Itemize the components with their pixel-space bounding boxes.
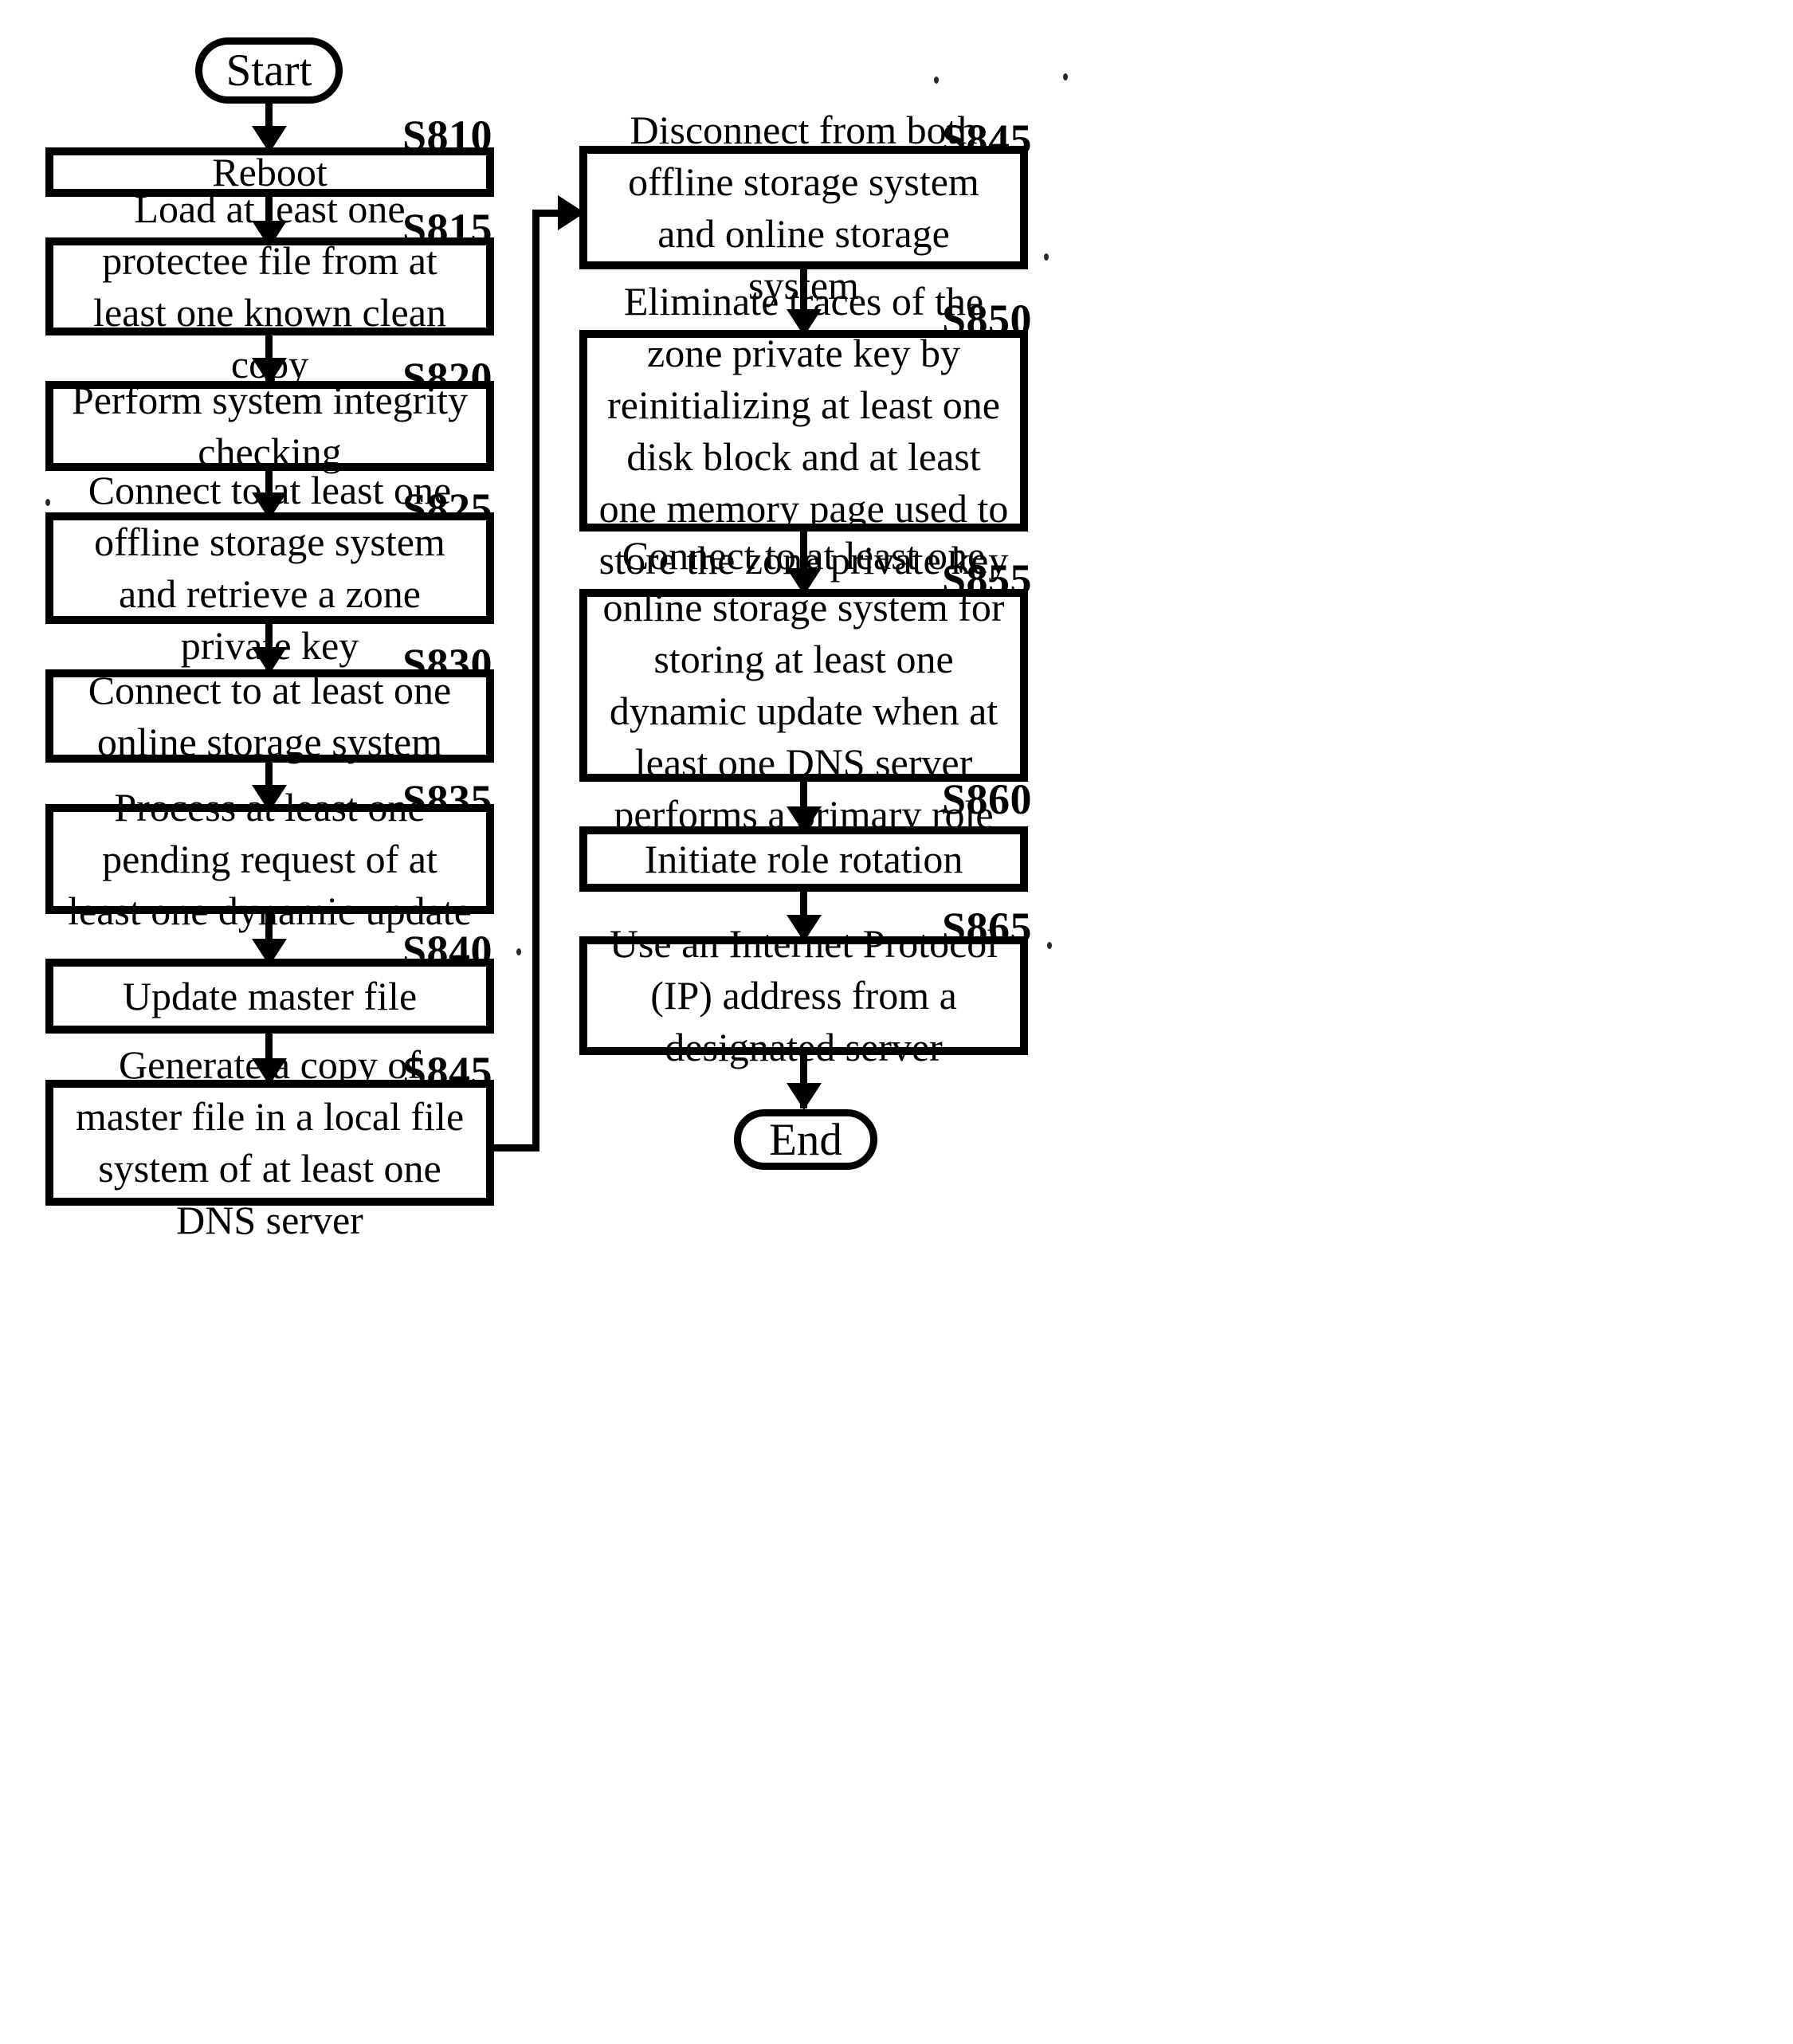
scan-speck [934, 77, 939, 84]
node-s820-text: Perform system integrity checking [71, 377, 469, 474]
end-label: End [769, 1114, 842, 1165]
node-s860-initiate-role-rotation: Initiate role rotation [583, 830, 1024, 888]
arrowhead-s865-to-end [787, 1083, 822, 1110]
node-s815-text-wrap: Load at least one protectee file from at… [53, 186, 486, 386]
step-label-s860: S860 [942, 775, 1033, 823]
node-s840-text-wrap: Update master file [53, 967, 486, 1026]
node-s845-left-text-wrap: Generate a copy of master file in a loca… [53, 1042, 486, 1242]
connector-riser-to-right-column [532, 210, 539, 1151]
node-s850-eliminate-key-traces: Eliminate traces of the zone private key… [583, 279, 1024, 583]
node-s820-integrity-checking: Perform system integrity checking [49, 378, 490, 474]
node-s855-text-wrap: Connect to at least one online storage s… [587, 533, 1020, 837]
arrowhead-s835-to-s840 [252, 939, 287, 966]
scan-speck [1047, 942, 1052, 949]
step-label-s810: S810 [402, 112, 493, 159]
node-s815-load-protectee-file: Load at least one protectee file from at… [49, 186, 490, 386]
start-terminator: Start [195, 37, 343, 104]
flowchart-figure: Start S810 Reboot S815 Load at least one… [0, 0, 1793, 2044]
node-s865-text: Use an Internet Protocol (IP) address fr… [609, 921, 999, 1069]
arrowhead-into-right-s845 [558, 195, 585, 230]
scan-speck [1044, 253, 1049, 261]
node-s830-text: Connect to at least one online storage s… [88, 667, 452, 764]
node-s835-pending-request: Process at least one pending request of … [49, 785, 490, 933]
node-s845-disconnect-storage: Disconnect from both offline storage sys… [583, 108, 1024, 308]
scan-speck [1063, 73, 1068, 80]
node-s835-text-wrap: Process at least one pending request of … [53, 785, 486, 933]
node-s865-use-ip-address: Use an Internet Protocol (IP) address fr… [583, 921, 1024, 1069]
node-s845-right-text-wrap: Disconnect from both offline storage sys… [587, 108, 1020, 308]
node-s865-text-wrap: Use an Internet Protocol (IP) address fr… [587, 921, 1020, 1069]
start-label: Start [226, 45, 312, 96]
node-s845-generate-master-copy: Generate a copy of master file in a loca… [49, 1042, 490, 1242]
node-s860-text-wrap: Initiate role rotation [587, 834, 1020, 884]
node-s830-online-storage: Connect to at least one online storage s… [49, 668, 490, 764]
node-s840-text: Update master file [122, 973, 418, 1018]
scan-speck [45, 499, 50, 506]
node-s860-text: Initiate role rotation [644, 836, 963, 881]
node-s825-text-wrap: Connect to at least one offline storage … [53, 468, 486, 668]
end-terminator: End [734, 1109, 877, 1170]
arrowhead-s855-to-s860 [787, 806, 822, 834]
node-s850-text-wrap: Eliminate traces of the zone private key… [587, 279, 1020, 583]
scan-speck [516, 948, 521, 955]
node-s825-offline-retrieve-key: Connect to at least one offline storage … [49, 468, 490, 668]
node-s830-text-wrap: Connect to at least one online storage s… [53, 668, 486, 764]
node-s855-online-storage-dynamic-update: Connect to at least one online storage s… [583, 533, 1024, 837]
node-s845-left-text: Generate a copy of master file in a loca… [75, 1042, 465, 1242]
node-s840-update-master-file: Update master file [49, 963, 490, 1030]
node-s820-text-wrap: Perform system integrity checking [53, 378, 486, 474]
